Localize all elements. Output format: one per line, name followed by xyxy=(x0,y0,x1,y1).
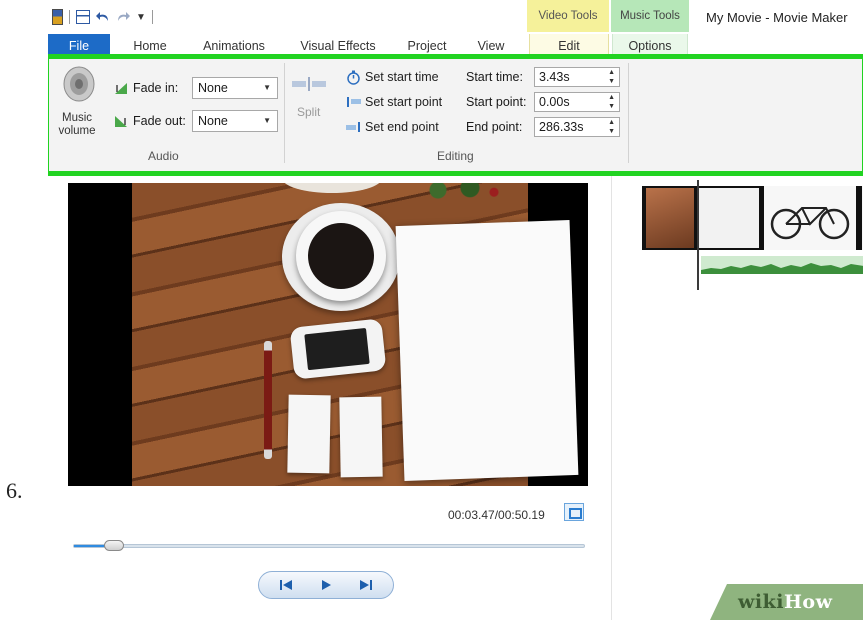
customize-toolbar-icon[interactable]: ▼ xyxy=(136,12,146,23)
redo-icon[interactable] xyxy=(116,10,130,24)
clip-frame-image xyxy=(697,188,759,248)
clip-frame-image xyxy=(646,188,694,248)
video-tools-header: Video Tools xyxy=(527,0,609,32)
video-preview[interactable] xyxy=(68,183,588,486)
storyboard-pane xyxy=(611,176,863,620)
watermark-wiki: wiki xyxy=(738,591,784,613)
step-number: 6. xyxy=(6,478,23,503)
seek-thumb[interactable] xyxy=(103,540,124,551)
quick-access-toolbar: ▼ xyxy=(52,5,153,29)
coffee-cup-image xyxy=(296,211,386,301)
bicycle-icon xyxy=(770,186,862,250)
wikihow-watermark: wikiHow xyxy=(738,591,832,613)
audio-waveform xyxy=(701,263,863,274)
fullscreen-icon[interactable] xyxy=(564,503,584,521)
music-tools-header: Music Tools xyxy=(611,0,689,32)
toolbar-divider xyxy=(151,10,153,24)
watermark-how: How xyxy=(783,591,833,613)
card-image xyxy=(287,394,331,474)
card-image xyxy=(339,396,383,478)
leaves-image xyxy=(422,183,502,201)
timecode: 00:03.47/00:50.19 xyxy=(448,508,545,522)
pen-image xyxy=(264,341,272,459)
toolbar-divider xyxy=(69,10,70,24)
movie-maker-window: ▼ Video Tools Music Tools My Movie - Mov… xyxy=(48,0,863,620)
seek-bar[interactable] xyxy=(73,544,585,548)
playhead[interactable] xyxy=(697,180,699,290)
app-icon[interactable] xyxy=(52,9,63,25)
video-clip-thumbnail[interactable] xyxy=(642,186,762,250)
paper-image xyxy=(395,220,579,481)
phone-image xyxy=(289,318,387,380)
undo-icon[interactable] xyxy=(96,10,110,24)
previous-frame-icon[interactable] xyxy=(272,575,302,595)
ribbon-highlight-box xyxy=(48,54,863,176)
play-icon[interactable] xyxy=(311,575,341,595)
video-clip-thumbnail[interactable] xyxy=(762,186,863,250)
plate-image xyxy=(282,183,382,193)
desk-photo xyxy=(132,183,579,486)
window-title: My Movie - Movie Maker xyxy=(706,10,848,25)
playback-controls xyxy=(258,571,394,599)
music-track[interactable] xyxy=(701,256,863,274)
next-frame-icon[interactable] xyxy=(350,575,380,595)
preview-pane: 00:03.47/00:50.19 xyxy=(48,176,608,620)
save-icon[interactable] xyxy=(76,10,90,24)
